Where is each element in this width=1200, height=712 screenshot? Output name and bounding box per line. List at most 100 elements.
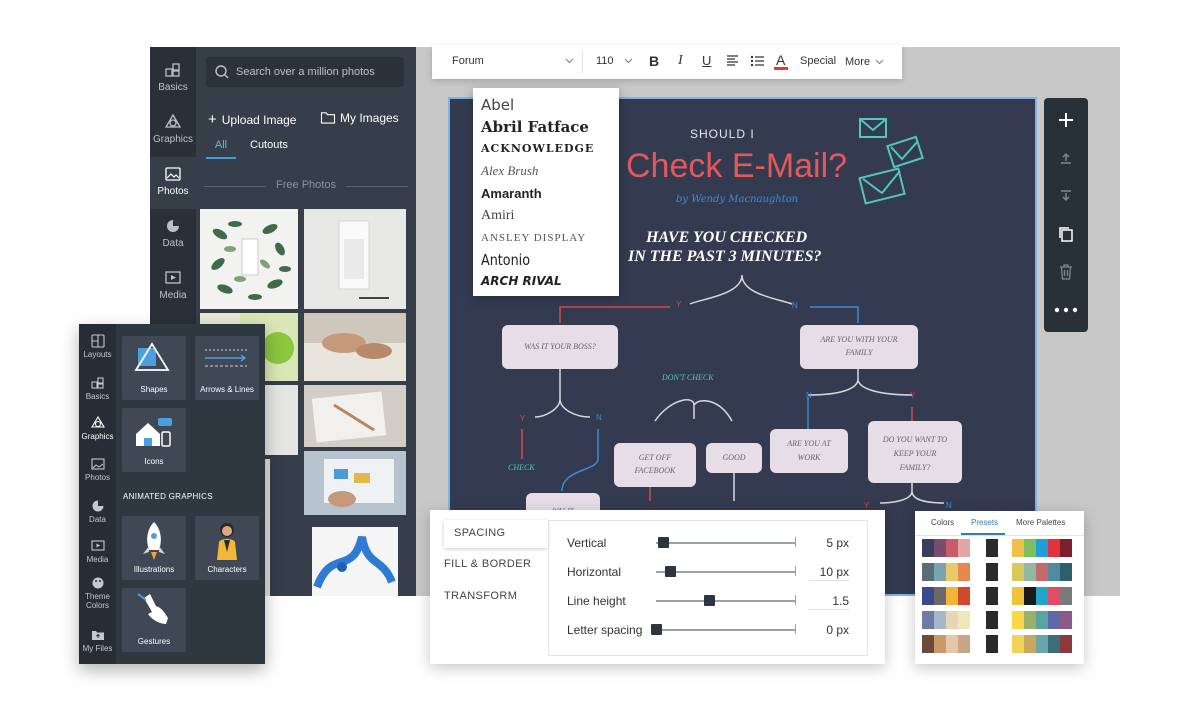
photo-thumb-leaves[interactable] — [200, 209, 298, 309]
color-swatch[interactable] — [1012, 563, 1024, 581]
color-swatch[interactable] — [1012, 611, 1024, 629]
color-swatch[interactable] — [958, 539, 970, 557]
row-value[interactable]: 1.5 — [809, 594, 849, 608]
color-swatch[interactable] — [946, 635, 958, 653]
slider-handle[interactable] — [658, 537, 669, 548]
color-swatch[interactable] — [1060, 635, 1072, 653]
poster-title[interactable]: Check E-Mail? — [626, 147, 847, 186]
color-swatch[interactable] — [922, 635, 934, 653]
tab-transform[interactable]: TRANSFORM — [444, 590, 517, 602]
more-icon[interactable] — [1053, 300, 1079, 320]
color-swatch[interactable] — [1060, 539, 1072, 557]
color-swatch[interactable] — [1036, 539, 1048, 557]
tab-presets[interactable]: Presets — [971, 518, 998, 527]
color-swatch[interactable] — [1036, 563, 1048, 581]
color-swatch[interactable] — [1024, 539, 1036, 557]
color-swatch[interactable] — [986, 563, 998, 581]
move-down-icon[interactable] — [1056, 186, 1076, 206]
grail-item-basics[interactable]: Basics — [79, 376, 116, 401]
color-swatch[interactable] — [1060, 587, 1072, 605]
row-value[interactable]: 0 px — [809, 623, 849, 637]
underline-button[interactable]: U — [702, 53, 711, 68]
color-swatch[interactable] — [1036, 587, 1048, 605]
grail-item-media[interactable]: Media — [79, 539, 116, 564]
tab-more-palettes[interactable]: More Palettes — [1016, 518, 1065, 527]
font-option[interactable]: Abel — [481, 96, 514, 114]
color-swatch[interactable] — [1048, 587, 1060, 605]
align-icon[interactable] — [726, 55, 739, 67]
italic-button[interactable]: I — [678, 53, 683, 69]
color-swatch[interactable] — [934, 635, 946, 653]
slider-handle[interactable] — [665, 566, 676, 577]
color-swatch[interactable] — [1024, 563, 1036, 581]
color-swatch[interactable] — [1048, 539, 1060, 557]
grail-item-my-files[interactable]: My Files — [79, 628, 116, 653]
grail-item-photos[interactable]: Photos — [79, 457, 116, 482]
slider-handle[interactable] — [704, 595, 716, 606]
font-option[interactable]: ARCH RIVAL — [481, 274, 562, 288]
font-size-select[interactable]: 110 — [596, 55, 614, 67]
tab-spacing[interactable]: SPACING — [444, 520, 548, 548]
color-swatch[interactable] — [1012, 587, 1024, 605]
grail-item-theme-colors[interactable]: Theme Colors — [79, 576, 116, 610]
font-option[interactable]: Amiri — [481, 208, 514, 224]
font-option[interactable]: ANSLEY DISPLAY — [481, 232, 586, 244]
chevron-down-icon[interactable] — [875, 59, 884, 65]
color-swatch[interactable] — [946, 611, 958, 629]
row-value[interactable]: 10 px — [809, 565, 849, 579]
font-family-select[interactable]: Forum — [452, 55, 484, 67]
color-swatch[interactable] — [1036, 611, 1048, 629]
color-swatch[interactable] — [1036, 635, 1048, 653]
bold-button[interactable]: B — [649, 53, 659, 69]
grail-item-graphics[interactable]: Graphics — [79, 416, 116, 441]
move-up-icon[interactable] — [1056, 148, 1076, 168]
font-option[interactable]: Amaranth — [481, 186, 542, 201]
card-icons[interactable]: Icons — [122, 408, 186, 472]
color-swatch[interactable] — [1060, 611, 1072, 629]
add-icon[interactable] — [1056, 110, 1076, 130]
color-swatch[interactable] — [922, 611, 934, 629]
color-swatch[interactable] — [946, 539, 958, 557]
color-swatch[interactable] — [1048, 635, 1060, 653]
rail-item-photos[interactable]: Photos — [150, 157, 196, 209]
color-swatch[interactable] — [986, 587, 998, 605]
photo-search[interactable]: Search over a million photos — [206, 57, 404, 87]
color-swatch[interactable] — [1012, 635, 1024, 653]
trash-icon[interactable] — [1056, 262, 1076, 282]
rail-item-basics[interactable]: Basics — [150, 53, 196, 105]
card-arrows-lines[interactable]: Arrows & Lines — [195, 336, 259, 400]
color-swatch[interactable] — [934, 611, 946, 629]
color-swatch[interactable] — [958, 635, 970, 653]
color-swatch[interactable] — [958, 587, 970, 605]
text-color-button[interactable]: A — [776, 52, 785, 68]
more-button[interactable]: More — [845, 56, 870, 68]
color-swatch[interactable] — [1012, 539, 1024, 557]
color-swatch[interactable] — [922, 563, 934, 581]
tab-colors[interactable]: Colors — [931, 518, 954, 527]
font-option[interactable]: Abril Fatface — [481, 118, 589, 136]
chevron-down-icon[interactable] — [565, 58, 574, 64]
color-swatch[interactable] — [934, 563, 946, 581]
grail-item-layouts[interactable]: Layouts — [79, 334, 116, 359]
card-characters[interactable]: Characters — [195, 516, 259, 580]
list-icon[interactable] — [750, 55, 765, 67]
card-gestures[interactable]: Gestures — [122, 588, 186, 652]
photo-thumb-sketch[interactable] — [304, 385, 406, 447]
search-input[interactable]: Search over a million photos — [236, 66, 375, 78]
tab-all[interactable]: All — [206, 139, 236, 159]
chevron-down-icon[interactable] — [624, 58, 633, 64]
color-swatch[interactable] — [1060, 563, 1072, 581]
color-swatch[interactable] — [934, 587, 946, 605]
color-swatch[interactable] — [1024, 635, 1036, 653]
slider-track[interactable] — [656, 542, 796, 544]
font-option[interactable]: ACKNOWLEDGE — [481, 142, 594, 155]
rail-item-media[interactable]: Media — [150, 261, 196, 313]
row-value[interactable]: 5 px — [809, 536, 849, 550]
rail-item-data[interactable]: Data — [150, 209, 196, 261]
color-swatch[interactable] — [958, 611, 970, 629]
color-swatch[interactable] — [1048, 611, 1060, 629]
photo-thumb-whiteboard[interactable] — [304, 451, 406, 515]
grail-item-data[interactable]: Data — [79, 499, 116, 524]
slider-handle[interactable] — [651, 624, 662, 635]
color-swatch[interactable] — [986, 635, 998, 653]
